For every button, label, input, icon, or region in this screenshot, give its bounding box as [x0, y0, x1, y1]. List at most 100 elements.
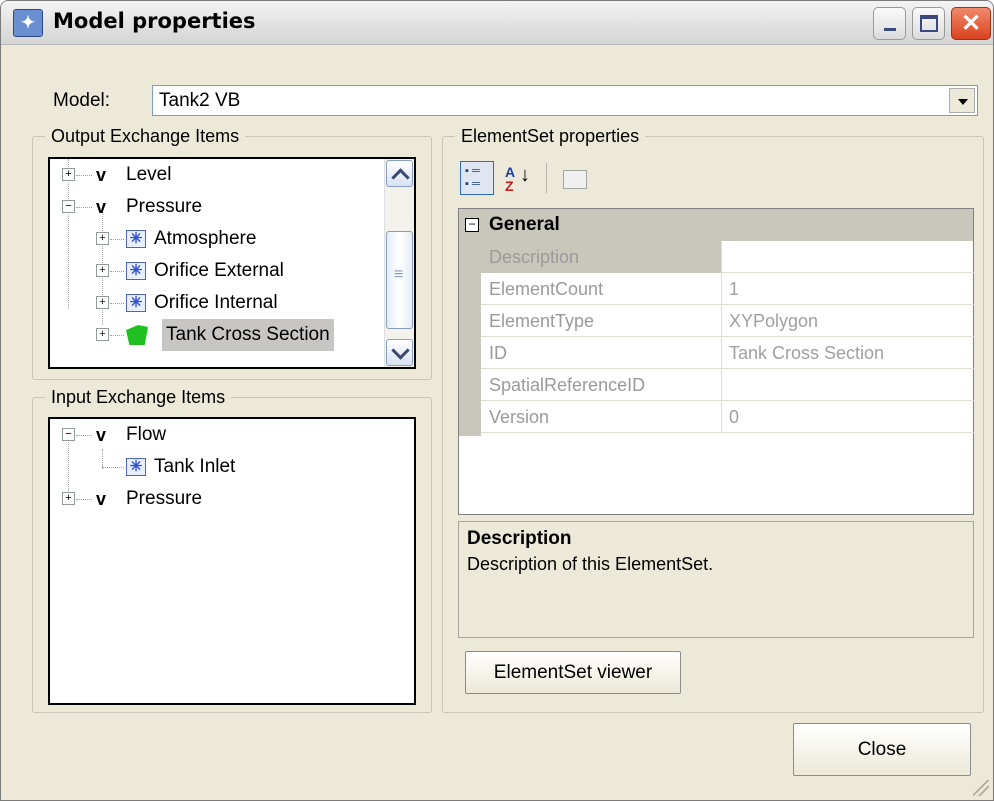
maximize-button[interactable]	[912, 7, 945, 40]
sort-letter-z: Z	[505, 178, 514, 194]
tree-item-label: Tank Inlet	[154, 456, 236, 477]
tree-item-label: Atmosphere	[154, 228, 257, 249]
property-row-version[interactable]: Version 0	[481, 401, 975, 433]
tree-connector	[76, 175, 92, 176]
model-properties-window: ✦ Model properties ✕ Model: Tank2 VB Out…	[0, 0, 994, 801]
model-select-value: Tank2 VB	[159, 90, 241, 111]
chevron-down-icon[interactable]	[949, 88, 975, 113]
column-separator	[721, 337, 722, 369]
property-row-elementtype[interactable]: ElementType XYPolygon	[481, 305, 975, 337]
tree-connector	[76, 435, 92, 436]
resize-grip-icon[interactable]	[973, 780, 989, 796]
tree-item-tank-inlet[interactable]: ✳ Tank Inlet	[50, 451, 410, 483]
property-row-description[interactable]: Description	[481, 241, 975, 273]
element-set-icon: ✳	[126, 262, 146, 280]
element-set-icon: ✳	[126, 294, 146, 312]
column-separator	[721, 305, 722, 337]
input-exchange-items-tree[interactable]: − v Flow ✳ Tank Inlet + v Pressure	[48, 417, 416, 705]
model-label: Model:	[53, 90, 111, 111]
category-label: General	[489, 214, 560, 235]
scroll-up-icon[interactable]	[386, 160, 413, 187]
category-general[interactable]: − General	[459, 209, 973, 241]
property-name: SpatialReferenceID	[489, 375, 646, 395]
tree-item-tank-cross-section[interactable]: + Tank Cross Section	[50, 319, 380, 351]
property-name: ID	[489, 343, 507, 363]
tree-item-atmosphere[interactable]: + ✳ Atmosphere	[50, 223, 380, 255]
tree-item-orifice-internal[interactable]: + ✳ Orifice Internal	[50, 287, 380, 319]
expand-icon[interactable]: +	[62, 168, 75, 181]
collapse-icon[interactable]: −	[62, 200, 75, 213]
column-separator	[721, 241, 722, 273]
scroll-thumb[interactable]	[386, 231, 413, 329]
tree-connector	[110, 239, 124, 240]
sort-arrow: ↓	[520, 164, 530, 186]
expand-icon[interactable]: +	[96, 264, 109, 277]
elementset-viewer-button[interactable]: ElementSet viewer	[465, 651, 681, 694]
tree-item-label: Orifice Internal	[154, 292, 278, 313]
minimize-icon	[884, 28, 896, 31]
property-name: Description	[489, 247, 580, 267]
tree-item-level[interactable]: + v Level	[50, 159, 380, 191]
output-group-legend: Output Exchange Items	[51, 126, 240, 146]
property-grid-margin	[459, 241, 481, 436]
property-value: 0	[729, 407, 740, 427]
categorized-icon[interactable]	[460, 161, 494, 195]
elementset-group-legend: ElementSet properties	[461, 126, 640, 146]
collapse-icon[interactable]: −	[465, 218, 479, 232]
property-name: Version	[489, 407, 550, 427]
tree-connector	[76, 207, 92, 208]
description-title: Description	[467, 528, 572, 549]
output-exchange-items-tree[interactable]: + v Level − v Pressure + ✳ Atmosphere + …	[48, 157, 416, 369]
property-value: 1	[729, 279, 740, 299]
output-tree-scrollbar[interactable]	[384, 159, 414, 367]
quantity-icon: v	[96, 197, 107, 217]
column-separator	[721, 369, 722, 401]
expand-icon[interactable]: +	[96, 328, 109, 341]
sort-alphabetical-icon[interactable]: A Z ↓	[498, 161, 532, 195]
collapse-icon[interactable]: −	[62, 428, 75, 441]
tree-connector	[110, 271, 124, 272]
title-bar[interactable]: ✦ Model properties ✕	[1, 1, 993, 45]
tree-connector	[110, 335, 124, 336]
toolbar-separator	[546, 163, 547, 193]
property-grid[interactable]: − General Description ElementCount 1 Ele…	[458, 208, 975, 515]
input-group-legend: Input Exchange Items	[51, 387, 226, 407]
model-select[interactable]: Tank2 VB	[152, 85, 978, 116]
tree-connector	[102, 467, 124, 468]
quantity-icon: v	[96, 165, 107, 185]
tree-item-flow[interactable]: − v Flow	[50, 419, 410, 451]
close-button[interactable]: Close	[793, 723, 971, 776]
property-grid-toolbar: A Z ↓	[460, 157, 974, 203]
property-row-spatialreferenceid[interactable]: SpatialReferenceID	[481, 369, 975, 401]
expand-icon[interactable]: +	[62, 492, 75, 505]
expand-icon[interactable]: +	[96, 296, 109, 309]
property-name: ElementCount	[489, 279, 604, 299]
close-window-button[interactable]: ✕	[951, 7, 991, 40]
tree-item-label-selected: Tank Cross Section	[162, 319, 334, 351]
property-row-id[interactable]: ID Tank Cross Section	[481, 337, 975, 369]
column-separator	[721, 401, 722, 433]
tree-item-orifice-external[interactable]: + ✳ Orifice External	[50, 255, 380, 287]
property-row-elementcount[interactable]: ElementCount 1	[481, 273, 975, 305]
quantity-icon: v	[96, 489, 107, 509]
column-separator	[721, 273, 722, 305]
model-app-icon: ✦	[13, 9, 43, 37]
minimize-button[interactable]	[873, 7, 906, 40]
tree-item-pressure-input[interactable]: + v Pressure	[50, 483, 410, 515]
tree-item-label: Pressure	[126, 488, 203, 509]
tree-item-label: Pressure	[126, 196, 203, 217]
element-set-icon: ✳	[126, 230, 146, 248]
maximize-icon	[920, 15, 938, 32]
expand-icon[interactable]: +	[96, 232, 109, 245]
tree-item-label: Flow	[126, 424, 167, 445]
element-set-icon: ✳	[126, 458, 146, 476]
scroll-down-icon[interactable]	[386, 339, 413, 366]
tree-item-pressure[interactable]: − v Pressure	[50, 191, 380, 223]
property-name: ElementType	[489, 311, 595, 331]
sort-letter-a: A	[505, 164, 516, 180]
property-pages-icon[interactable]	[556, 161, 590, 195]
tree-item-label: Level	[126, 164, 172, 185]
property-description-pane: Description Description of this ElementS…	[458, 521, 974, 638]
window-title: Model properties	[53, 9, 256, 33]
description-text: Description of this ElementSet.	[467, 554, 714, 574]
